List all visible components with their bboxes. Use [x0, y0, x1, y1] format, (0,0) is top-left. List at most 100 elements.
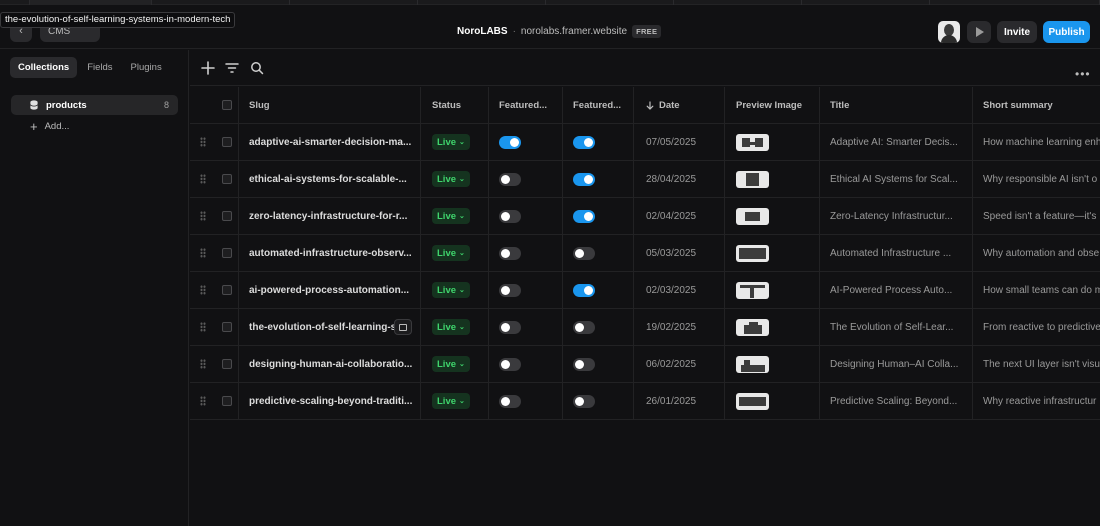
column-header-title[interactable]: Title: [820, 87, 973, 123]
sidebar-item-products[interactable]: products 8: [11, 95, 178, 115]
title-cell[interactable]: AI-Powered Process Auto...: [820, 272, 973, 308]
status-badge[interactable]: Live ⌄: [432, 393, 470, 409]
row-checkbox[interactable]: [215, 235, 239, 271]
featured-1-toggle[interactable]: [499, 246, 521, 260]
table-row[interactable]: the-evolution-of-self-learning-s Live ⌄ …: [190, 309, 1100, 346]
featured-1-toggle[interactable]: [499, 283, 521, 297]
slug-cell[interactable]: automated-infrastructure-observ...: [239, 235, 421, 271]
preview-thumbnail[interactable]: [736, 207, 769, 225]
status-cell[interactable]: Live ⌄: [421, 309, 489, 345]
slug-cell[interactable]: the-evolution-of-self-learning-s: [239, 309, 421, 345]
summary-cell[interactable]: Why reactive infrastructur: [973, 383, 1100, 419]
filter-icon[interactable]: [224, 60, 240, 76]
title-cell[interactable]: Adaptive AI: Smarter Decis...: [820, 124, 973, 160]
preview-image-cell[interactable]: [725, 383, 820, 419]
preview-image-cell[interactable]: [725, 198, 820, 234]
slug-cell[interactable]: adaptive-ai-smarter-decision-ma...: [239, 124, 421, 160]
title-cell[interactable]: The Evolution of Self-Lear...: [820, 309, 973, 345]
preview-image-cell[interactable]: [725, 235, 820, 271]
preview-image-cell[interactable]: [725, 124, 820, 160]
column-header-slug[interactable]: Slug: [239, 87, 421, 123]
column-header-featured-2[interactable]: Featured...: [563, 87, 634, 123]
tab-fields[interactable]: Fields: [79, 57, 120, 78]
featured-2-toggle[interactable]: [573, 209, 595, 223]
summary-cell[interactable]: Why responsible AI isn't o: [973, 161, 1100, 197]
column-header-preview-image[interactable]: Preview Image: [725, 87, 820, 123]
status-badge[interactable]: Live ⌄: [432, 208, 470, 224]
featured-1-toggle[interactable]: [499, 135, 521, 149]
column-header-status[interactable]: Status: [421, 87, 489, 123]
summary-cell[interactable]: How machine learning enh: [973, 124, 1100, 160]
date-cell[interactable]: 28/04/2025: [634, 161, 725, 197]
date-cell[interactable]: 06/02/2025: [634, 346, 725, 382]
table-row[interactable]: ai-powered-process-automation... Live ⌄ …: [190, 272, 1100, 309]
date-cell[interactable]: 07/05/2025: [634, 124, 725, 160]
date-cell[interactable]: 05/03/2025: [634, 235, 725, 271]
table-row[interactable]: predictive-scaling-beyond-traditi... Liv…: [190, 383, 1100, 420]
status-cell[interactable]: Live ⌄: [421, 346, 489, 382]
column-header-short-summary[interactable]: Short summary: [973, 87, 1100, 123]
status-badge[interactable]: Live ⌄: [432, 134, 470, 150]
featured-2-toggle[interactable]: [573, 394, 595, 408]
row-checkbox[interactable]: [215, 272, 239, 308]
title-cell[interactable]: Ethical AI Systems for Scal...: [820, 161, 973, 197]
featured-2-toggle[interactable]: [573, 320, 595, 334]
row-checkbox[interactable]: [215, 161, 239, 197]
status-cell[interactable]: Live ⌄: [421, 272, 489, 308]
summary-cell[interactable]: The next UI layer isn't visu: [973, 346, 1100, 382]
preview-thumbnail[interactable]: [736, 133, 769, 151]
status-cell[interactable]: Live ⌄: [421, 198, 489, 234]
avatar[interactable]: [938, 21, 960, 43]
add-collection-button[interactable]: + Add...: [30, 120, 69, 133]
publish-button[interactable]: Publish: [1043, 21, 1090, 43]
select-all-checkbox[interactable]: [215, 87, 239, 123]
slug-cell[interactable]: predictive-scaling-beyond-traditi...: [239, 383, 421, 419]
featured-1-toggle[interactable]: [499, 394, 521, 408]
table-row[interactable]: zero-latency-infrastructure-for-r... Liv…: [190, 198, 1100, 235]
slug-cell[interactable]: ethical-ai-systems-for-scalable-...: [239, 161, 421, 197]
row-checkbox[interactable]: [215, 383, 239, 419]
tab-plugins[interactable]: Plugins: [123, 57, 170, 78]
featured-1-toggle[interactable]: [499, 320, 521, 334]
search-icon[interactable]: [249, 60, 265, 76]
title-cell[interactable]: Predictive Scaling: Beyond...: [820, 383, 973, 419]
status-cell[interactable]: Live ⌄: [421, 383, 489, 419]
column-header-featured-1[interactable]: Featured...: [489, 87, 563, 123]
slug-cell[interactable]: ai-powered-process-automation...: [239, 272, 421, 308]
table-row[interactable]: adaptive-ai-smarter-decision-ma... Live …: [190, 124, 1100, 161]
preview-button[interactable]: [967, 21, 991, 43]
table-row[interactable]: automated-infrastructure-observ... Live …: [190, 235, 1100, 272]
featured-1-toggle[interactable]: [499, 209, 521, 223]
preview-image-cell[interactable]: [725, 309, 820, 345]
column-header-date[interactable]: Date: [634, 87, 725, 123]
drag-handle[interactable]: [190, 161, 215, 197]
featured-1-toggle[interactable]: [499, 357, 521, 371]
summary-cell[interactable]: From reactive to predictive: [973, 309, 1100, 345]
featured-2-toggle[interactable]: [573, 135, 595, 149]
status-badge[interactable]: Live ⌄: [432, 282, 470, 298]
row-checkbox[interactable]: [215, 309, 239, 345]
drag-handle[interactable]: [190, 198, 215, 234]
drag-handle[interactable]: [190, 383, 215, 419]
drag-handle[interactable]: [190, 235, 215, 271]
summary-cell[interactable]: Speed isn't a feature—it's: [973, 198, 1100, 234]
preview-thumbnail[interactable]: [736, 244, 769, 262]
status-badge[interactable]: Live ⌄: [432, 356, 470, 372]
featured-2-toggle[interactable]: [573, 246, 595, 260]
tab-collections[interactable]: Collections: [10, 57, 78, 78]
status-badge[interactable]: Live ⌄: [432, 319, 470, 335]
invite-button[interactable]: Invite: [997, 21, 1037, 43]
slug-cell[interactable]: zero-latency-infrastructure-for-r...: [239, 198, 421, 234]
table-row[interactable]: ethical-ai-systems-for-scalable-... Live…: [190, 161, 1100, 198]
date-cell[interactable]: 19/02/2025: [634, 309, 725, 345]
status-badge[interactable]: Live ⌄: [432, 171, 470, 187]
status-cell[interactable]: Live ⌄: [421, 235, 489, 271]
featured-2-toggle[interactable]: [573, 283, 595, 297]
preview-thumbnail[interactable]: [736, 318, 769, 336]
preview-thumbnail[interactable]: [736, 170, 769, 188]
slug-cell[interactable]: designing-human-ai-collaboratio...: [239, 346, 421, 382]
row-checkbox[interactable]: [215, 346, 239, 382]
open-item-icon[interactable]: [394, 319, 412, 335]
drag-handle[interactable]: [190, 346, 215, 382]
drag-handle[interactable]: [190, 272, 215, 308]
